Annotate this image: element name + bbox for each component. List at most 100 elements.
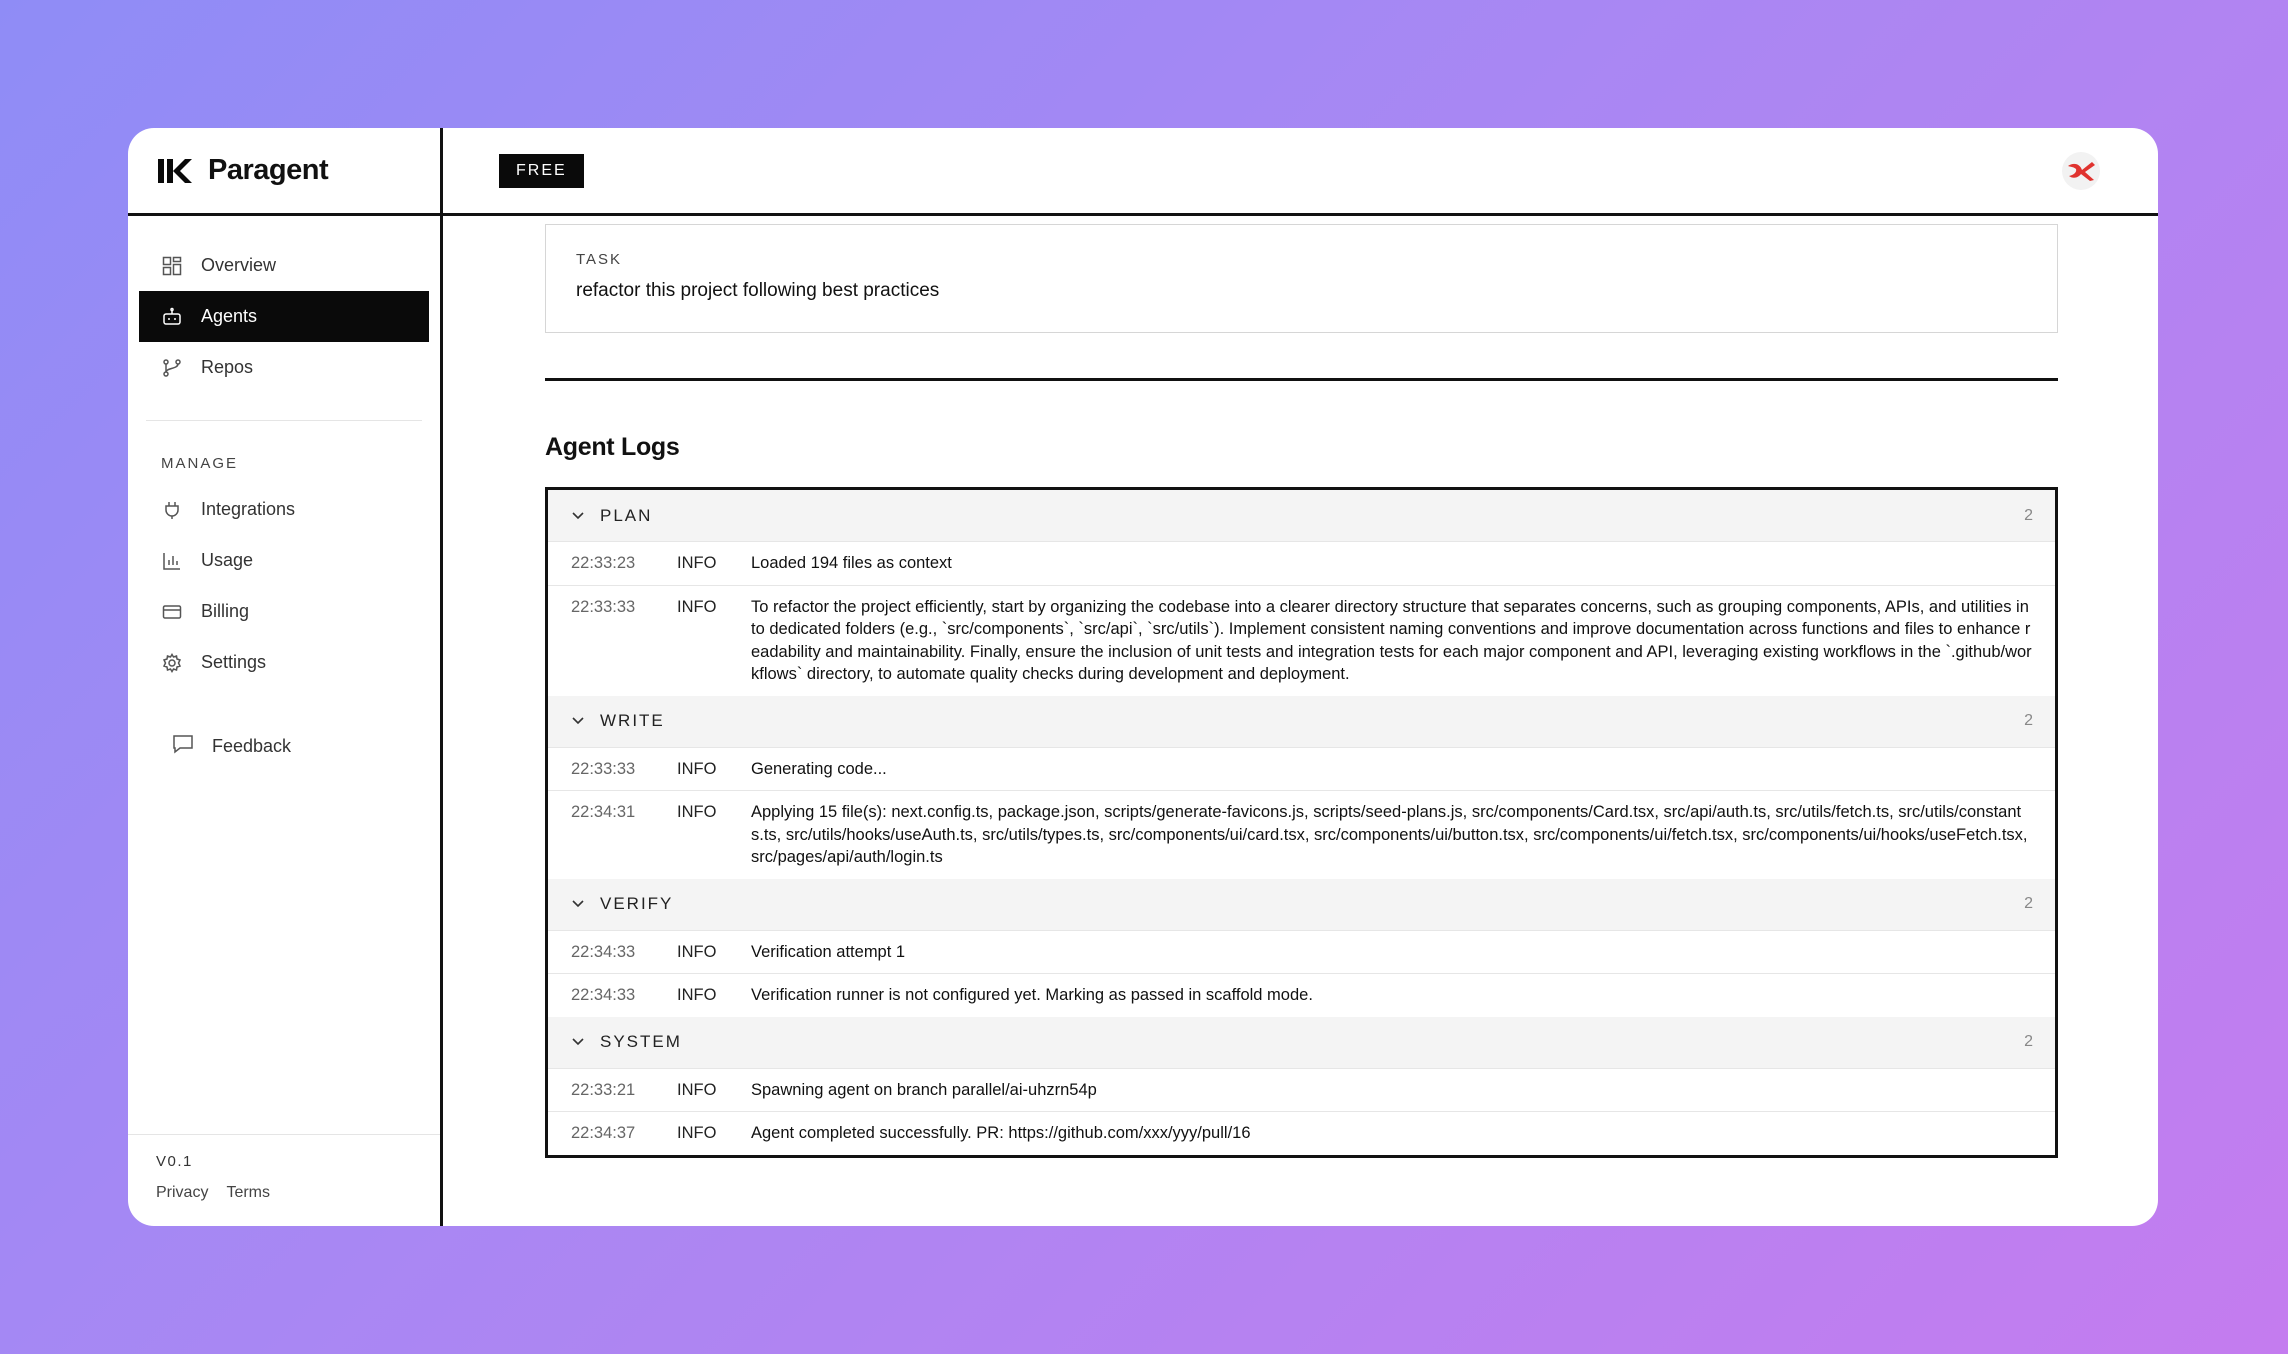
log-level: INFO — [677, 986, 717, 1004]
log-group-header[interactable]: PLAN 2 — [548, 490, 2055, 541]
task-text: refactor this project following best pra… — [576, 280, 940, 301]
log-time: 22:34:31 — [571, 803, 636, 821]
log-message: Loaded 194 files as context — [751, 554, 952, 572]
log-group-count: 2 — [2024, 895, 2033, 912]
robot-icon — [161, 306, 183, 328]
sidebar-item-label: Overview — [201, 255, 277, 275]
chevron-down-icon — [572, 511, 588, 520]
log-message: Applying 15 file(s): next.config.ts, pac… — [751, 803, 2028, 866]
log-group-name: PLAN — [600, 505, 653, 525]
logs-title: Agent Logs — [545, 433, 680, 461]
topbar: FREE — [443, 128, 2158, 216]
log-group-name: SYSTEM — [600, 1032, 682, 1051]
log-level: INFO — [677, 1124, 717, 1142]
log-level: INFO — [677, 1080, 717, 1099]
log-group-name: VERIFY — [600, 894, 674, 913]
manage-section-label: MANAGE — [161, 455, 239, 472]
sidebar-item-settings[interactable]: Settings — [139, 637, 429, 688]
log-group-write: WRITE 2 22:33:33 INFO Generating code...… — [548, 695, 2055, 879]
avatar[interactable] — [2062, 151, 2100, 190]
terms-link[interactable]: Terms — [226, 1184, 270, 1202]
log-group-verify: VERIFY 2 22:34:33 INFO Verification atte… — [548, 878, 2055, 1017]
log-level: INFO — [677, 942, 717, 961]
sidebar-item-label: Integrations — [201, 499, 296, 519]
sidebar-item-overview[interactable]: Overview — [139, 240, 429, 291]
agent-logs: PLAN 2 22:33:23 INFO Loaded 194 files as… — [545, 487, 2058, 1158]
agent-detail: TASK refactor this project following bes… — [545, 224, 2058, 1158]
log-time: 22:33:21 — [571, 1080, 636, 1099]
log-level: INFO — [677, 554, 717, 572]
log-group-count: 2 — [2024, 712, 2033, 729]
log-time: 22:34:33 — [571, 942, 636, 961]
sidebar-footer: V0.1 Privacy Terms — [128, 1134, 440, 1226]
sidebar-item-billing[interactable]: Billing — [139, 586, 429, 637]
log-message: Generating code... — [751, 759, 887, 778]
log-level: INFO — [677, 597, 717, 616]
task-card: TASK refactor this project following bes… — [545, 224, 2058, 333]
plan-badge: FREE — [499, 153, 584, 188]
sidebar-divider — [146, 420, 422, 421]
log-row: 22:33:33 INFO Generating code... — [548, 746, 2055, 791]
avatar-logo-icon — [2068, 161, 2095, 181]
chevron-down-icon — [572, 1038, 588, 1046]
log-message: Verification attempt 1 — [751, 942, 906, 961]
log-group-header[interactable]: SYSTEM 2 — [548, 1016, 2055, 1068]
task-label: TASK — [576, 251, 623, 268]
log-message: Verification runner is not configured ye… — [751, 986, 1313, 1004]
sidebar-item-label: Repos — [201, 357, 254, 377]
log-time: 22:33:33 — [571, 759, 636, 778]
plug-icon — [161, 499, 183, 521]
section-divider — [545, 378, 2058, 381]
chevron-down-icon — [572, 717, 588, 725]
footer-links: Privacy Terms — [156, 1184, 440, 1202]
sidebar-item-integrations[interactable]: Integrations — [139, 484, 429, 535]
log-group-header[interactable]: WRITE 2 — [548, 695, 2055, 747]
log-row: 22:34:37 INFO Agent completed successful… — [548, 1111, 2055, 1155]
log-row: 22:34:33 INFO Verification runner is not… — [548, 973, 2055, 1017]
manage-nav: Integrations Usage Billing Settings — [128, 484, 440, 688]
chevron-down-icon — [572, 900, 588, 908]
app-window: Paragent Overview Agents Repos MANAGE In… — [128, 128, 2158, 1226]
log-time: 22:33:23 — [571, 554, 636, 572]
log-level: INFO — [677, 803, 717, 821]
log-group-plan: PLAN 2 22:33:23 INFO Loaded 194 files as… — [548, 490, 2055, 696]
message-square-icon — [172, 734, 194, 759]
log-row: 22:34:33 INFO Verification attempt 1 — [548, 929, 2055, 974]
log-time: 22:33:33 — [571, 597, 636, 616]
feedback-button[interactable]: Feedback — [128, 721, 440, 772]
sidebar-item-label: Billing — [201, 601, 250, 621]
log-time: 22:34:33 — [571, 986, 636, 1004]
log-message: Agent completed successfully. PR: https:… — [751, 1124, 1251, 1142]
log-group-count: 2 — [2024, 506, 2033, 524]
log-row: 22:33:33 INFO To refactor the project ef… — [548, 584, 2055, 696]
log-group-count: 2 — [2024, 1033, 2033, 1050]
sidebar-item-agents[interactable]: Agents — [139, 291, 429, 342]
log-level: INFO — [677, 759, 717, 778]
grid-icon — [161, 255, 183, 277]
main-nav: Overview Agents Repos — [128, 216, 440, 393]
version-label: V0.1 — [156, 1153, 193, 1170]
log-group-header[interactable]: VERIFY 2 — [548, 878, 2055, 930]
brand[interactable]: Paragent — [128, 128, 440, 216]
sidebar-item-usage[interactable]: Usage — [139, 535, 429, 586]
branch-icon — [161, 357, 183, 379]
sidebar-item-label: Agents — [201, 306, 258, 326]
sidebar-item-repos[interactable]: Repos — [139, 342, 429, 393]
log-row: 22:33:21 INFO Spawning agent on branch p… — [548, 1067, 2055, 1112]
privacy-link[interactable]: Privacy — [156, 1184, 208, 1202]
sidebar: Paragent Overview Agents Repos MANAGE In… — [128, 128, 443, 1226]
log-group-name: WRITE — [600, 711, 665, 730]
feedback-label: Feedback — [212, 736, 292, 756]
log-group-system: SYSTEM 2 22:33:21 INFO Spawning agent on… — [548, 1016, 2055, 1155]
bar-chart-icon — [161, 550, 183, 572]
log-row: 22:33:23 INFO Loaded 194 files as contex… — [548, 541, 2055, 585]
gear-icon — [161, 652, 183, 674]
log-row: 22:34:31 INFO Applying 15 file(s): next.… — [548, 790, 2055, 879]
log-time: 22:34:37 — [571, 1124, 636, 1142]
log-message: Spawning agent on branch parallel/ai-uhz… — [751, 1080, 1097, 1099]
sidebar-item-label: Settings — [201, 652, 267, 672]
paragent-logo-icon — [158, 156, 192, 186]
brand-name: Paragent — [208, 154, 329, 186]
sidebar-item-label: Usage — [201, 550, 254, 570]
main-content: FREE TASK refactor this project followin… — [443, 128, 2158, 1226]
